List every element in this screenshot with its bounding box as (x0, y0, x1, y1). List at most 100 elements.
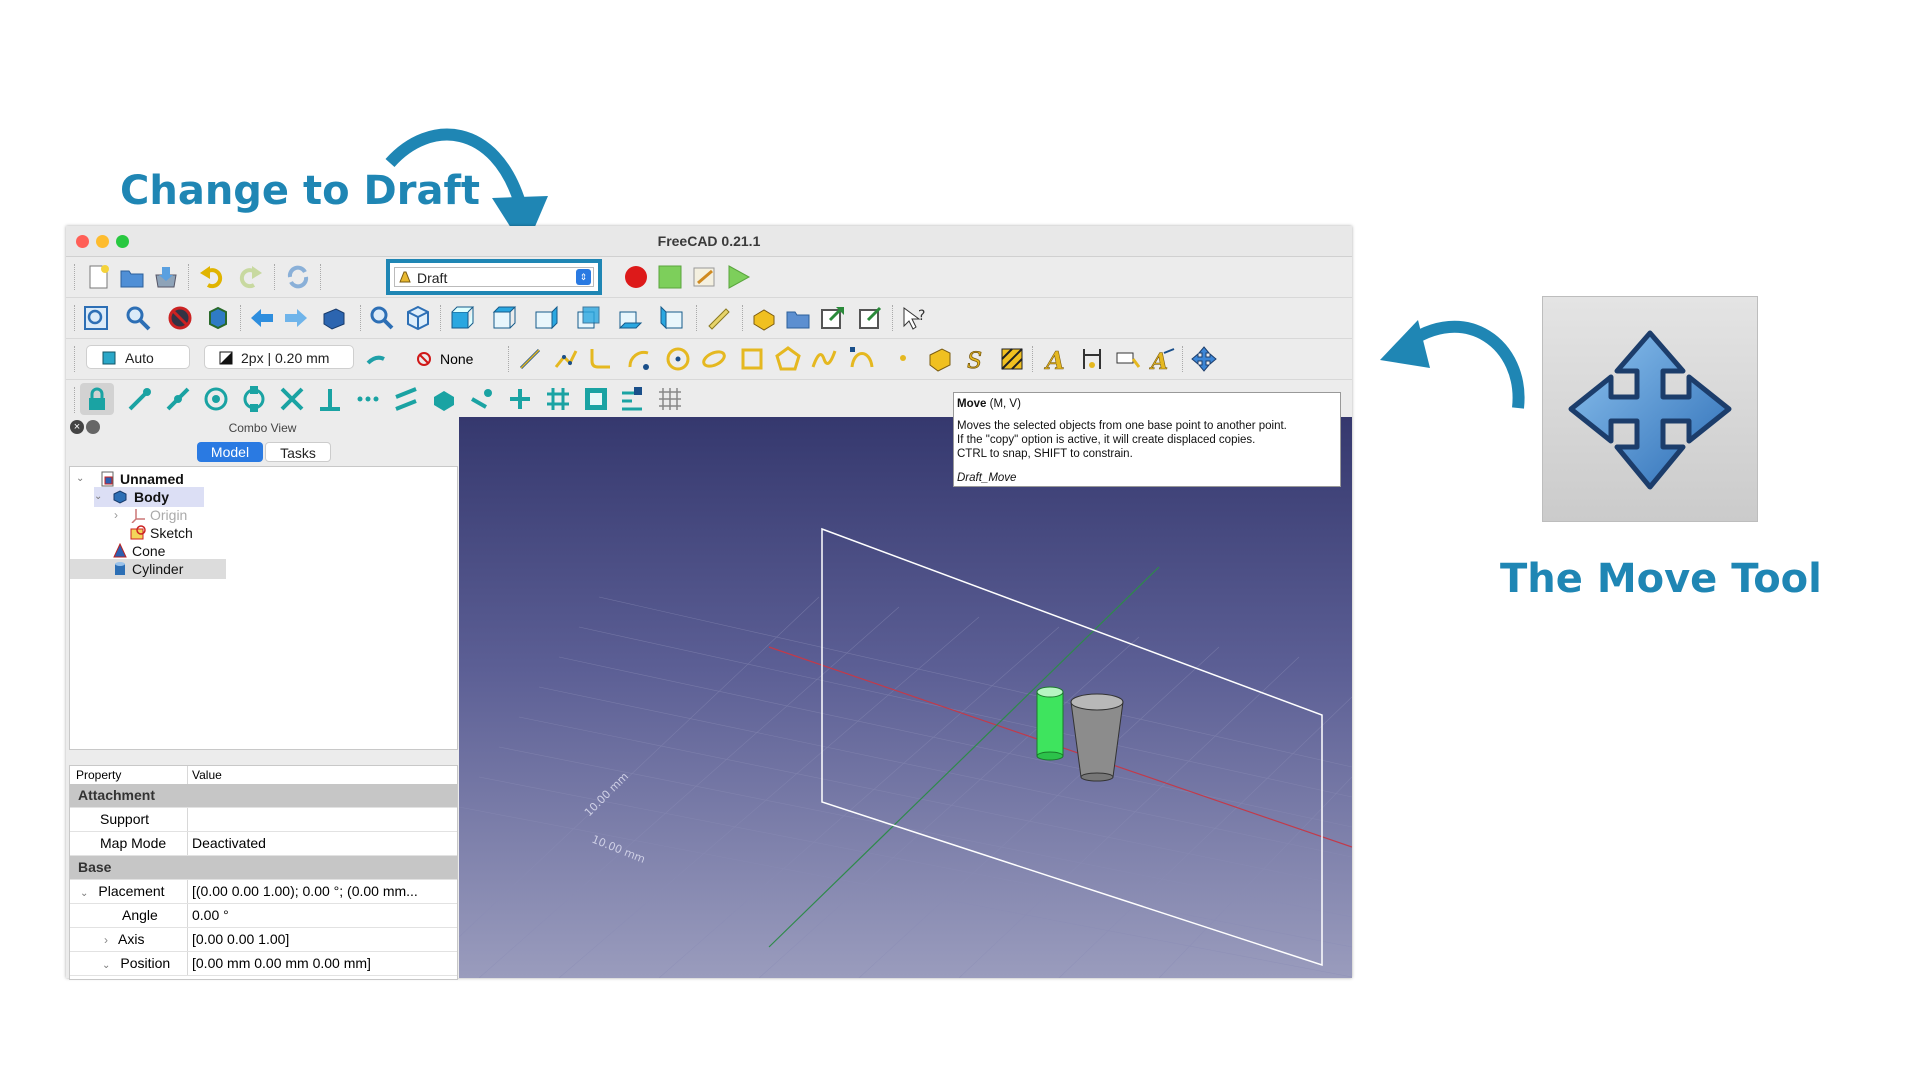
chevron-down-icon[interactable]: ⌄ (94, 487, 102, 507)
create-part-icon[interactable] (750, 304, 778, 332)
fit-all-icon[interactable] (82, 304, 110, 332)
draft-point-icon[interactable] (896, 351, 910, 365)
top-view-icon[interactable] (490, 304, 518, 332)
draft-circle-icon[interactable] (664, 345, 692, 373)
working-plane-rectangle[interactable] (821, 527, 1323, 967)
draft-fillet-icon[interactable] (586, 345, 614, 373)
property-row-support[interactable]: Support (70, 808, 457, 832)
draft-rectangle-icon[interactable] (738, 345, 766, 373)
rear-view-icon[interactable] (574, 304, 602, 332)
draft-polygon-icon[interactable] (774, 345, 802, 373)
link-make-icon[interactable] (818, 304, 846, 332)
cone-object[interactable] (1070, 693, 1124, 782)
property-row-position[interactable]: ⌄ Position [0.00 mm 0.00 mm 0.00 mm] (70, 952, 457, 976)
cylinder-object[interactable] (1036, 686, 1064, 761)
bounding-box-icon[interactable] (204, 304, 232, 332)
draft-wire-icon[interactable] (552, 345, 580, 373)
back-view-icon[interactable] (248, 304, 276, 332)
tree-item-cylinder[interactable]: Cylinder (70, 559, 226, 579)
snap-midpoint-icon[interactable] (164, 385, 192, 413)
snap-special-icon[interactable] (430, 385, 458, 413)
tree-item-cone[interactable]: Cone (112, 541, 232, 561)
property-group-attachment[interactable]: Attachment (70, 784, 457, 808)
snap-endpoint-icon[interactable] (126, 385, 154, 413)
tooltip-text: CTRL to snap, SHIFT to constrain. (957, 448, 1133, 460)
record-macro-icon[interactable] (622, 263, 650, 291)
property-row-map-mode[interactable]: Map Mode Deactivated (70, 832, 457, 856)
3d-viewport[interactable]: 10.00 mm 10.00 mm (459, 417, 1352, 978)
chevron-down-icon[interactable]: ⌄ (70, 888, 88, 899)
measure-distance-icon[interactable] (704, 304, 732, 332)
line-width-button[interactable]: 2px | 0.20 mm (204, 345, 354, 369)
isometric-view-icon[interactable] (404, 304, 432, 332)
snap-intersection-icon[interactable] (278, 385, 306, 413)
draw-style-icon[interactable] (166, 304, 194, 332)
snap-angle-icon[interactable] (240, 385, 268, 413)
tree-item-body[interactable]: ⌄ Body (94, 487, 204, 507)
property-group-base[interactable]: Base (70, 856, 457, 880)
chevron-right-icon[interactable]: › (114, 505, 118, 525)
zoom-icon[interactable] (368, 304, 396, 332)
snap-perpendicular-icon[interactable] (316, 385, 344, 413)
snap-dimensions-icon[interactable] (618, 385, 646, 413)
draft-bezier-icon[interactable] (848, 345, 876, 373)
workbench-selector[interactable]: Draft ⇕ (394, 267, 594, 287)
draft-shapestring-icon[interactable]: S (962, 345, 990, 373)
draft-label-icon[interactable] (1114, 345, 1142, 373)
draft-facebinder-icon[interactable] (926, 345, 954, 373)
combo-view-label: Combo View (228, 421, 297, 435)
link-actions-icon[interactable] (856, 304, 884, 332)
workbench-dropdown-stepper-icon[interactable]: ⇕ (576, 269, 591, 285)
bottom-view-icon[interactable] (616, 304, 644, 332)
draft-line-icon[interactable] (516, 345, 544, 373)
snap-extension-icon[interactable] (354, 385, 382, 413)
std-views-icon[interactable] (320, 304, 348, 332)
snap-near-icon[interactable] (468, 385, 496, 413)
draft-move-icon[interactable] (1190, 345, 1218, 373)
snap-mode-button[interactable]: None (416, 349, 496, 369)
redo-icon[interactable] (236, 263, 264, 291)
chevron-down-icon[interactable]: ⌄ (76, 469, 84, 489)
apply-style-icon[interactable] (362, 345, 390, 373)
draft-ellipse-icon[interactable] (700, 345, 728, 373)
tab-model[interactable]: Model (197, 442, 263, 462)
snap-center-icon[interactable] (202, 385, 230, 413)
tree-item-origin[interactable]: › Origin (114, 505, 234, 525)
left-view-icon[interactable] (658, 304, 686, 332)
front-view-icon[interactable] (448, 304, 476, 332)
draft-arc-icon[interactable] (626, 345, 654, 373)
draft-bspline-icon[interactable] (810, 345, 838, 373)
tree-item-sketch[interactable]: Sketch (130, 523, 250, 543)
draft-hatch-icon[interactable] (998, 345, 1026, 373)
tree-item-unnamed[interactable]: ⌄ Unnamed (76, 469, 456, 489)
draft-annotation-styles-icon[interactable]: A (1148, 345, 1176, 373)
draft-text-icon[interactable]: A (1042, 345, 1070, 373)
property-row-placement[interactable]: ⌄ Placement [(0.00 0.00 1.00); 0.00 °; (0… (70, 880, 457, 904)
snap-working-plane-icon[interactable] (582, 385, 610, 413)
snap-lock-toggle[interactable] (80, 383, 114, 415)
create-group-icon[interactable] (784, 304, 812, 332)
execute-macro-icon[interactable] (724, 263, 752, 291)
construction-mode-button[interactable]: Auto (86, 345, 190, 369)
new-document-icon[interactable] (84, 263, 112, 291)
property-row-axis[interactable]: › Axis [0.00 0.00 1.00] (70, 928, 457, 952)
open-document-icon[interactable] (118, 263, 146, 291)
snap-grid-icon[interactable] (544, 385, 572, 413)
snap-ortho-icon[interactable] (506, 385, 534, 413)
tab-tasks[interactable]: Tasks (265, 442, 331, 462)
whats-this-icon[interactable]: ? (900, 304, 928, 332)
draft-dimension-icon[interactable] (1078, 345, 1106, 373)
fit-selection-icon[interactable] (124, 304, 152, 332)
forward-view-icon[interactable] (282, 304, 310, 332)
save-document-icon[interactable] (152, 263, 180, 291)
right-view-icon[interactable] (532, 304, 560, 332)
stop-macro-icon[interactable] (656, 263, 684, 291)
undo-icon[interactable] (198, 263, 226, 291)
macros-icon[interactable] (690, 263, 718, 291)
toggle-grid-icon[interactable] (656, 385, 684, 413)
snap-parallel-icon[interactable] (392, 385, 420, 413)
chevron-right-icon[interactable]: › (70, 933, 108, 947)
refresh-icon[interactable] (284, 263, 312, 291)
property-row-angle[interactable]: Angle 0.00 ° (70, 904, 457, 928)
chevron-down-icon[interactable]: ⌄ (70, 960, 110, 971)
